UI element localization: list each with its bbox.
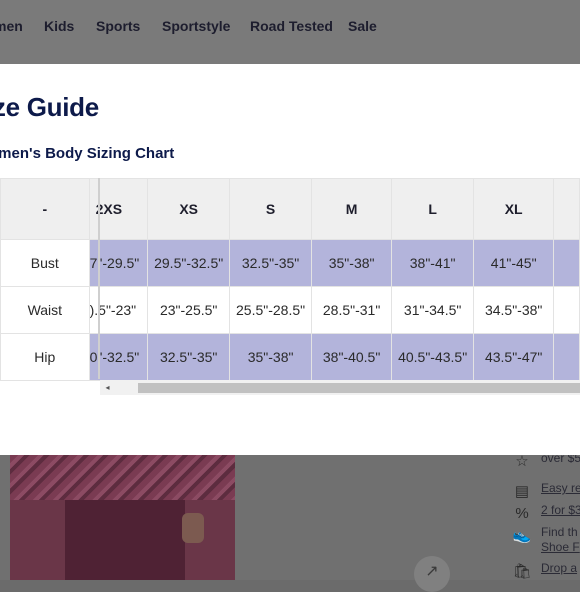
- perk-shipping[interactable]: ☆ over $5: [512, 452, 580, 476]
- table-cell: 25.5"-28.5": [229, 286, 313, 334]
- modal-title: ize Guide: [0, 92, 99, 122]
- row-label-waist: Waist: [0, 286, 90, 334]
- size-header-xl: XL: [473, 178, 555, 240]
- scrollbar-thumb[interactable]: [138, 383, 580, 393]
- nav-item-sale[interactable]: Sale: [348, 18, 377, 34]
- table-cell: 38"-41": [391, 239, 475, 287]
- table-cell: 28.5"-31": [311, 286, 393, 334]
- size-header-xs: XS: [147, 178, 231, 240]
- product-jacket: [10, 455, 235, 500]
- perk-drop[interactable]: 🛍 Drop a: [512, 562, 577, 586]
- table-cell: 43.5"-47": [473, 333, 555, 381]
- expand-image-button[interactable]: ↗: [414, 556, 450, 592]
- perk-discount-text: 2 for $3: [541, 503, 580, 517]
- top-navigation: men Kids Sports Sportstyle Road Tested S…: [0, 0, 580, 64]
- table-cell: 32.5"-35": [147, 333, 231, 381]
- sticky-column-divider: [98, 178, 100, 379]
- percent-icon: %: [515, 505, 529, 522]
- table-cell: 29.5"-32.5": [147, 239, 231, 287]
- size-header-l: L: [391, 178, 475, 240]
- perk-returns-text: Easy re: [541, 481, 580, 495]
- table-header-row: - 2XS XS S M L XL: [0, 178, 580, 240]
- table-cell: 35"-38": [311, 239, 393, 287]
- table-cell: 40.5"-43.5": [391, 333, 475, 381]
- row-label-bust: Bust: [0, 239, 90, 287]
- returns-icon: ▤: [514, 483, 530, 500]
- size-guide-modal: ize Guide omen's Body Sizing Chart - 2XS…: [0, 64, 580, 455]
- nav-item-road-tested[interactable]: Road Tested: [250, 18, 333, 34]
- table-row-hip: Hip 0"-32.5" 32.5"-35" 35"-38" 38"-40.5"…: [0, 333, 580, 381]
- product-leggings: [65, 500, 185, 580]
- chart-title: omen's Body Sizing Chart: [0, 145, 175, 162]
- product-hand: [182, 513, 204, 543]
- spacer-icon: [512, 541, 532, 561]
- star-icon: ☆: [515, 453, 529, 470]
- scroll-left-arrow-icon[interactable]: ◂: [100, 380, 115, 395]
- table-row-waist: Waist ).5"-23" 23"-25.5" 25.5"-28.5" 28.…: [0, 286, 580, 334]
- nav-item-sports[interactable]: Sports: [96, 18, 140, 34]
- bag-icon: 🛍: [512, 563, 532, 580]
- nav-item-women[interactable]: men: [0, 18, 23, 34]
- size-header-s: S: [229, 178, 313, 240]
- table-corner-cell: -: [0, 178, 90, 240]
- size-header-m: M: [311, 178, 393, 240]
- table-cell: 23"-25.5": [147, 286, 231, 334]
- table-row-bust: Bust 7"-29.5" 29.5"-32.5" 32.5"-35" 35"-…: [0, 239, 580, 287]
- nav-item-kids[interactable]: Kids: [44, 18, 74, 34]
- table-cell: 31"-34.5": [391, 286, 475, 334]
- table-cell: 35"-38": [229, 333, 313, 381]
- table-cell: 41"-45": [473, 239, 555, 287]
- table-horizontal-scrollbar[interactable]: ◂: [100, 380, 580, 395]
- expand-icon: ↗: [425, 563, 439, 580]
- table-cell: 34.5"-38": [473, 286, 555, 334]
- product-image: [10, 455, 235, 580]
- perk-find-text: Find th: [541, 525, 578, 539]
- table-cell: 38"-40.5": [311, 333, 393, 381]
- size-chart-table: - 2XS XS S M L XL Bust 7"-29.5" 29.5"-32…: [0, 178, 580, 381]
- nav-item-sportstyle[interactable]: Sportstyle: [162, 18, 230, 34]
- size-header-overflow: [553, 178, 580, 240]
- table-cell: 32.5"-35": [229, 239, 313, 287]
- table-cell-overflow: [553, 239, 580, 287]
- size-table-wrapper: - 2XS XS S M L XL Bust 7"-29.5" 29.5"-32…: [0, 178, 580, 381]
- row-label-hip: Hip: [0, 333, 90, 381]
- table-cell-overflow: [553, 286, 580, 334]
- perk-shoe-text: Shoe F: [541, 540, 580, 554]
- perk-drop-text: Drop a: [541, 561, 578, 575]
- table-cell-overflow: [553, 333, 580, 381]
